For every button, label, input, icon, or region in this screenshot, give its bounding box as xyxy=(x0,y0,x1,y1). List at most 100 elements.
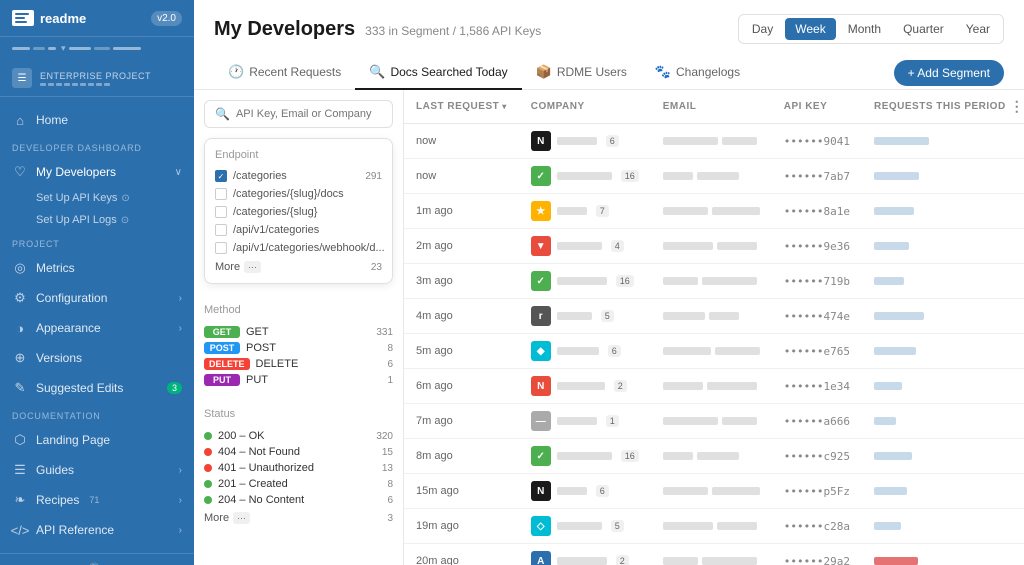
endpoint-item-4[interactable]: /api/v1/categories/webhook/d... xyxy=(215,239,382,257)
status-more-count: 3 xyxy=(387,513,393,524)
status-label-204: 204 – No Content xyxy=(218,494,304,506)
sidebar-item-recipes[interactable]: ❧ Recipes 71 › xyxy=(0,485,194,515)
status-item-404[interactable]: 404 – Not Found 15 xyxy=(204,444,393,460)
method-item-put[interactable]: PUT PUT 1 xyxy=(204,372,393,388)
tab-docs-searched[interactable]: 🔍 Docs Searched Today xyxy=(355,56,521,90)
endpoint-more-label: More xyxy=(215,261,240,273)
status-count-204: 6 xyxy=(387,495,393,506)
delete-label: DELETE xyxy=(256,358,299,370)
sidebar-item-my-developers[interactable]: ♡ My Developers ∨ xyxy=(0,157,194,187)
table-row[interactable]: 2m ago ▼ 4 ••••••9e36 xyxy=(404,229,1024,264)
endpoint-more-tag: ··· xyxy=(244,261,261,273)
endpoint-item-2[interactable]: /categories/{slug} xyxy=(215,203,382,221)
versions-icon: ⊕ xyxy=(12,350,28,366)
cell-requests-bar xyxy=(862,159,1024,194)
more-columns-btn[interactable]: ⋮ xyxy=(1006,98,1024,115)
endpoint-name-4: /api/v1/categories/webhook/d... xyxy=(233,242,385,254)
table-row[interactable]: 15m ago N 6 ••••••p5Fz xyxy=(404,474,1024,509)
table-row[interactable]: 4m ago r 5 ••••••474e xyxy=(404,299,1024,334)
time-btn-week[interactable]: Week xyxy=(785,18,835,40)
cell-api-key: ••••••9e36 xyxy=(772,229,862,264)
recipes-label: Recipes xyxy=(36,493,79,507)
endpoint-more-btn[interactable]: More ··· 23 xyxy=(215,261,382,273)
tab-recent-requests[interactable]: 🕐 Recent Requests xyxy=(214,56,355,90)
cell-company: r 5 xyxy=(519,299,651,334)
cell-time: 7m ago xyxy=(404,404,519,439)
cell-time: 20m ago xyxy=(404,544,519,565)
table-row[interactable]: now ✓ 16 ••••••7ab7 xyxy=(404,159,1024,194)
sidebar-version: v2.0 xyxy=(151,11,182,26)
metrics-icon: ◎ xyxy=(12,260,28,276)
status-item-204[interactable]: 204 – No Content 6 xyxy=(204,492,393,508)
table-row[interactable]: 1m ago ★ 7 ••••••8a1e xyxy=(404,194,1024,229)
sidebar-item-api-reference[interactable]: </> API Reference › xyxy=(0,515,194,545)
get-badge: GET xyxy=(204,326,240,338)
time-btn-day[interactable]: Day xyxy=(742,18,783,40)
method-item-post[interactable]: POST POST 8 xyxy=(204,340,393,356)
landing-page-label: Landing Page xyxy=(36,433,110,447)
cell-requests-bar xyxy=(862,369,1024,404)
delete-count: 6 xyxy=(387,359,393,370)
sidebar-item-home[interactable]: ⌂ Home xyxy=(0,105,194,135)
filter-search-input[interactable] xyxy=(236,108,382,120)
sidebar-nav: ⌂ Home DEVELOPER DASHBOARD ♡ My Develope… xyxy=(0,97,194,553)
table-row[interactable]: now N 6 ••••••9041 xyxy=(404,124,1024,159)
table-row[interactable]: 6m ago N 2 ••••••1e34 xyxy=(404,369,1024,404)
cell-api-key: ••••••29a2 xyxy=(772,544,862,565)
sort-last-request[interactable]: LAST REQUEST ▾ xyxy=(416,101,507,112)
add-segment-button[interactable]: + Add Segment xyxy=(894,60,1004,86)
endpoint-item-3[interactable]: /api/v1/categories xyxy=(215,221,382,239)
method-item-delete[interactable]: DELETE DELETE 6 xyxy=(204,356,393,372)
tab-rdme-users[interactable]: 📦 RDME Users xyxy=(522,56,641,90)
method-section-label: Method xyxy=(204,304,393,316)
post-label: POST xyxy=(246,342,276,354)
table-row[interactable]: 7m ago — 1 ••••••a666 xyxy=(404,404,1024,439)
sidebar-item-setup-api-logs[interactable]: Set Up API Logs ⊙ xyxy=(0,209,194,231)
sidebar-item-configuration[interactable]: ⚙ Configuration › xyxy=(0,283,194,313)
filter-search-icon: 🔍 xyxy=(215,107,230,121)
status-label-201: 201 – Created xyxy=(218,478,288,490)
status-item-401[interactable]: 401 – Unauthorized 13 xyxy=(204,460,393,476)
endpoint-count-0: 291 xyxy=(365,171,382,182)
cell-time: now xyxy=(404,159,519,194)
time-btn-year[interactable]: Year xyxy=(956,18,1000,40)
cell-requests-bar xyxy=(862,544,1024,565)
table-row[interactable]: 19m ago ◇ 5 ••••••c28a xyxy=(404,509,1024,544)
sidebar-item-suggested-edits[interactable]: ✎ Suggested Edits 3 xyxy=(0,373,194,403)
table-row[interactable]: 3m ago ✓ 16 ••••••719b xyxy=(404,264,1024,299)
endpoint-item-1[interactable]: /categories/{slug}/docs xyxy=(215,185,382,203)
cell-time: 3m ago xyxy=(404,264,519,299)
chevron-recipes: › xyxy=(179,495,182,506)
sidebar-item-metrics[interactable]: ◎ Metrics xyxy=(0,253,194,283)
sort-icon-last-request: ▾ xyxy=(502,102,507,111)
time-btn-quarter[interactable]: Quarter xyxy=(893,18,954,40)
tab-changelogs[interactable]: 🐾 Changelogs xyxy=(641,56,754,90)
status-item-200[interactable]: 200 – OK 320 xyxy=(204,428,393,444)
sidebar-item-landing-page[interactable]: ⬡ Landing Page xyxy=(0,425,194,455)
enterprise-dots xyxy=(40,83,151,86)
sidebar-item-guides[interactable]: ☰ Guides › xyxy=(0,455,194,485)
versions-label: Versions xyxy=(36,351,82,365)
status-more-btn[interactable]: More ··· 3 xyxy=(204,512,393,524)
table-row[interactable]: 8m ago ✓ 16 ••••••c925 xyxy=(404,439,1024,474)
cell-api-key: ••••••a666 xyxy=(772,404,862,439)
method-item-get[interactable]: GET GET 331 xyxy=(204,324,393,340)
status-item-201[interactable]: 201 – Created 8 xyxy=(204,476,393,492)
cell-requests-bar xyxy=(862,229,1024,264)
checkbox-endpoint-4 xyxy=(215,242,227,254)
tab-recent-requests-label: Recent Requests xyxy=(249,65,341,79)
sidebar-item-appearance[interactable]: ◑ Appearance › xyxy=(0,313,194,343)
sidebar-item-versions[interactable]: ⊕ Versions xyxy=(0,343,194,373)
status-count-401: 13 xyxy=(382,463,393,474)
cell-time: 8m ago xyxy=(404,439,519,474)
endpoint-item-0[interactable]: ✓ /categories 291 xyxy=(215,167,382,185)
table-row[interactable]: 20m ago A 2 ••••••29a2 xyxy=(404,544,1024,565)
sidebar-item-setup-api-keys[interactable]: Set Up API Keys ⊙ xyxy=(0,187,194,209)
cell-requests-bar xyxy=(862,194,1024,229)
status-more-tag: ··· xyxy=(233,512,250,524)
endpoint-name-0: /categories xyxy=(233,170,287,182)
time-btn-month[interactable]: Month xyxy=(838,18,891,40)
checkbox-endpoint-3 xyxy=(215,224,227,236)
table-row[interactable]: 5m ago ◆ 6 ••••••e765 xyxy=(404,334,1024,369)
cell-api-key: ••••••9041 xyxy=(772,124,862,159)
